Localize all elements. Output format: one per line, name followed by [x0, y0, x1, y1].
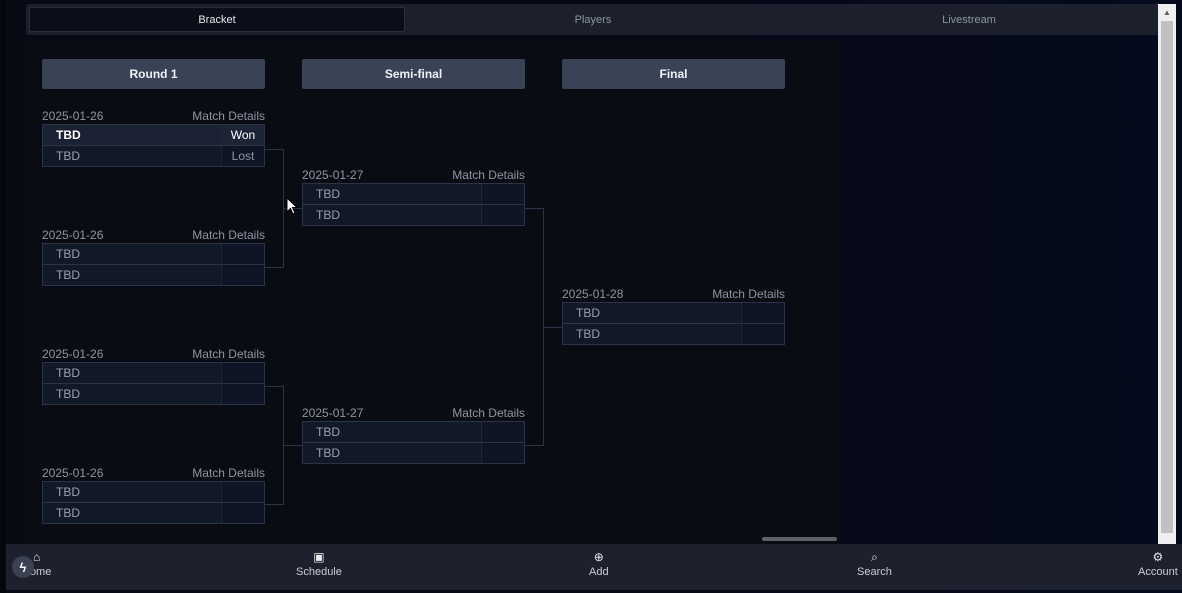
player-name: TBD — [43, 244, 222, 264]
round-header-round-1: Round 1 — [42, 59, 265, 89]
search-icon: ⌕ — [871, 550, 878, 564]
match-details-link[interactable]: Match Details — [192, 109, 265, 123]
nav-schedule-label: Schedule — [296, 566, 342, 578]
round-header-semi-final: Semi-final — [302, 59, 525, 89]
bracket-connector — [265, 149, 284, 268]
match-result — [742, 324, 784, 344]
match-date: 2025-01-27 — [302, 406, 364, 420]
nav-search-label: Search — [857, 566, 892, 578]
match-result: Lost — [222, 146, 264, 166]
match-semifinal-2: 2025-01-27 Match Details TBD TBD — [302, 404, 525, 464]
player-name: TBD — [43, 503, 222, 523]
match-slot[interactable]: TBD — [562, 323, 785, 345]
home-icon: ⌂ — [33, 550, 41, 564]
nav-search[interactable]: ⌕ Search — [857, 550, 892, 578]
plus-circle-icon: ⊕ — [593, 550, 604, 564]
match-result — [222, 363, 264, 383]
tab-bracket[interactable]: Bracket — [29, 7, 405, 32]
nav-schedule[interactable]: ▣ Schedule — [296, 550, 342, 578]
player-name: TBD — [43, 125, 222, 145]
player-name: TBD — [563, 303, 742, 323]
match-result — [482, 184, 524, 204]
match-slot[interactable]: TBD — [42, 502, 265, 524]
match-slot[interactable]: TBD — [562, 302, 785, 324]
scroll-up-icon[interactable]: ▲ — [1158, 4, 1176, 20]
match-slot[interactable]: TBD — [302, 442, 525, 464]
match-details-link[interactable]: Match Details — [452, 406, 525, 420]
match-slot[interactable]: TBD — [302, 183, 525, 205]
bracket-connector — [284, 445, 302, 446]
match-date: 2025-01-27 — [302, 168, 364, 182]
app-root: Bracket Players Livestream Round 1 Semi-… — [6, 0, 1182, 593]
match-round1-3: 2025-01-26 Match Details TBD TBD — [42, 345, 265, 405]
match-result — [222, 482, 264, 502]
match-slot[interactable]: TBD — [42, 243, 265, 265]
nav-add-label: Add — [589, 566, 609, 578]
player-name: TBD — [303, 443, 482, 463]
tab-livestream[interactable]: Livestream — [781, 7, 1157, 32]
match-details-link[interactable]: Match Details — [192, 228, 265, 242]
match-date: 2025-01-28 — [562, 287, 624, 301]
match-slot[interactable]: TBD Lost — [42, 145, 265, 167]
match-details-link[interactable]: Match Details — [192, 347, 265, 361]
player-name: TBD — [303, 205, 482, 225]
match-result — [222, 265, 264, 285]
round-header-final: Final — [562, 59, 785, 89]
match-result: Won — [222, 125, 264, 145]
match-round1-2: 2025-01-26 Match Details TBD TBD — [42, 226, 265, 286]
player-name: TBD — [43, 265, 222, 285]
player-name: TBD — [43, 363, 222, 383]
player-name: TBD — [303, 184, 482, 204]
match-slot[interactable]: TBD — [42, 362, 265, 384]
bracket-connector — [265, 386, 284, 505]
match-result — [482, 443, 524, 463]
match-result — [222, 503, 264, 523]
horizontal-scrollbar[interactable] — [762, 537, 837, 541]
gear-icon: ⚙ — [1152, 550, 1164, 564]
flash-icon[interactable]: ϟ — [12, 556, 34, 578]
match-slot[interactable]: TBD Won — [42, 124, 265, 146]
match-date: 2025-01-26 — [42, 228, 104, 242]
player-name: TBD — [563, 324, 742, 344]
match-details-link[interactable]: Match Details — [192, 466, 265, 480]
match-final: 2025-01-28 Match Details TBD TBD — [562, 285, 785, 345]
match-details-link[interactable]: Match Details — [452, 168, 525, 182]
vertical-scrollbar[interactable]: ▲ — [1158, 4, 1176, 545]
tab-bar: Bracket Players Livestream — [26, 4, 1160, 35]
match-slot[interactable]: TBD — [42, 383, 265, 405]
match-slot[interactable]: TBD — [42, 481, 265, 503]
bracket-connector — [544, 327, 562, 328]
scrollbar-thumb[interactable] — [1161, 21, 1173, 533]
match-result — [222, 384, 264, 404]
match-date: 2025-01-26 — [42, 109, 104, 123]
mouse-cursor-icon — [286, 196, 299, 215]
match-result — [222, 244, 264, 264]
match-slot[interactable]: TBD — [302, 204, 525, 226]
match-result — [482, 422, 524, 442]
match-details-link[interactable]: Match Details — [712, 287, 785, 301]
calendar-icon: ▣ — [313, 550, 325, 564]
player-name: TBD — [43, 146, 222, 166]
bottom-navigation: ⌂ Home ▣ Schedule ⊕ Add ⌕ Search ⚙ Accou… — [6, 544, 1182, 590]
player-name: TBD — [43, 482, 222, 502]
tab-players[interactable]: Players — [405, 7, 781, 32]
bracket-canvas[interactable]: Round 1 Semi-final Final 2025-01-26 Match… — [24, 40, 840, 544]
match-date: 2025-01-26 — [42, 466, 104, 480]
match-slot[interactable]: TBD — [42, 264, 265, 286]
nav-add[interactable]: ⊕ Add — [589, 550, 609, 578]
match-result — [742, 303, 784, 323]
bracket-connector — [525, 208, 544, 446]
match-slot[interactable]: TBD — [302, 421, 525, 443]
match-semifinal-1: 2025-01-27 Match Details TBD TBD — [302, 166, 525, 226]
player-name: TBD — [43, 384, 222, 404]
match-date: 2025-01-26 — [42, 347, 104, 361]
match-result — [482, 205, 524, 225]
nav-account[interactable]: ⚙ Account — [1138, 550, 1178, 578]
player-name: TBD — [303, 422, 482, 442]
nav-account-label: Account — [1138, 566, 1178, 578]
match-round1-1: 2025-01-26 Match Details TBD Won TBD Lost — [42, 107, 265, 167]
match-round1-4: 2025-01-26 Match Details TBD TBD — [42, 464, 265, 524]
